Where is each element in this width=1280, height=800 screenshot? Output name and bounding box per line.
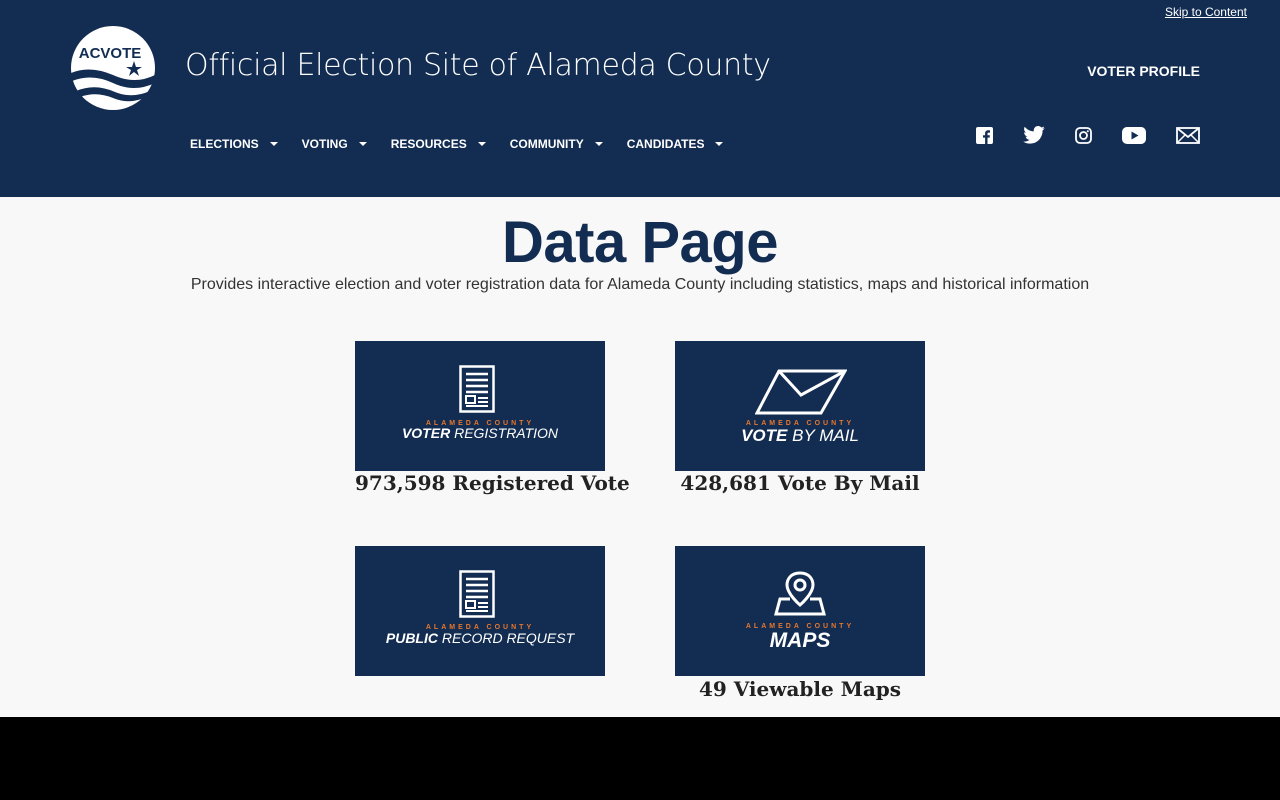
nav-voting[interactable]: VOTING	[302, 137, 367, 151]
card-title: MAPS	[675, 629, 925, 653]
maps-card[interactable]: ALAMEDA COUNTY MAPS	[675, 546, 925, 676]
card-title: VOTER REGISTRATION	[355, 425, 605, 441]
document-icon	[459, 365, 495, 413]
voter-profile-link[interactable]: VOTER PROFILE	[1087, 63, 1200, 79]
facebook-icon[interactable]	[976, 126, 993, 144]
svg-text:ACVOTE: ACVOTE	[79, 45, 142, 62]
registered-voters-count[interactable]: 973,598 Registered Vote	[355, 471, 630, 495]
page-description: Provides interactive election and voter …	[190, 276, 1090, 293]
nav-community-label: COMMUNITY	[509, 137, 584, 151]
chevron-down-icon	[594, 142, 603, 146]
nav-candidates-label: CANDIDATES	[626, 137, 705, 151]
chevron-down-icon	[477, 142, 486, 146]
skip-to-content-link[interactable]: Skip to Content	[1165, 5, 1247, 19]
chevron-down-icon	[269, 142, 278, 146]
chevron-down-icon	[715, 142, 724, 146]
site-header: Skip to Content ACVOTE Official Election…	[0, 0, 1280, 197]
card-title-bold: VOTE	[741, 426, 788, 445]
card-title: PUBLIC RECORD REQUEST	[355, 630, 605, 646]
nav-resources-label: RESOURCES	[390, 137, 467, 151]
card-title-bold: MAPS	[769, 629, 831, 652]
site-title[interactable]: Official Election Site of Alameda County	[185, 48, 771, 83]
twitter-icon[interactable]	[1023, 126, 1045, 144]
document-icon	[459, 570, 495, 618]
card-title-light: BY MAIL	[792, 426, 859, 445]
viewable-maps-count[interactable]: 49 Viewable Maps	[675, 677, 925, 701]
public-record-request-card[interactable]: ALAMEDA COUNTY PUBLIC RECORD REQUEST	[355, 546, 605, 676]
social-links	[946, 126, 1200, 144]
card-title: VOTE BY MAIL	[675, 426, 925, 446]
card-title-light: REGISTRATION	[454, 425, 559, 441]
main-content: Data Page Provides interactive election …	[0, 197, 1280, 717]
email-icon[interactable]	[1176, 126, 1200, 144]
envelope-icon	[755, 369, 847, 415]
card-title-light: RECORD REQUEST	[441, 630, 575, 646]
nav-community[interactable]: COMMUNITY	[510, 137, 603, 151]
nav-elections[interactable]: ELECTIONS	[190, 137, 278, 151]
vote-by-mail-count[interactable]: 428,681 Vote By Mail	[675, 471, 925, 495]
main-nav: ELECTIONS VOTING RESOURCES COMMUNITY CAN…	[190, 137, 747, 151]
vote-by-mail-card[interactable]: ALAMEDA COUNTY VOTE BY MAIL	[675, 341, 925, 471]
nav-resources[interactable]: RESOURCES	[391, 137, 486, 151]
youtube-icon[interactable]	[1122, 126, 1146, 144]
nav-elections-label: ELECTIONS	[190, 137, 259, 151]
voter-registration-card[interactable]: ALAMEDA COUNTY VOTER REGISTRATION	[355, 341, 605, 471]
nav-candidates[interactable]: CANDIDATES	[627, 137, 724, 151]
page-title: Data Page	[502, 210, 778, 275]
map-pin-icon	[774, 571, 826, 616]
card-title-bold: PUBLIC	[385, 630, 438, 646]
instagram-icon[interactable]	[1075, 126, 1092, 144]
card-title-bold: VOTER	[401, 425, 451, 441]
chevron-down-icon	[358, 142, 367, 146]
acvote-logo[interactable]: ACVOTE	[70, 25, 156, 111]
nav-voting-label: VOTING	[301, 137, 348, 151]
